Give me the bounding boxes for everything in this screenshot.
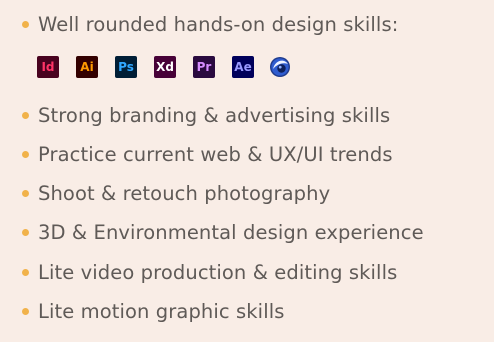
skill-item: Lite motion graphic skills	[22, 295, 284, 327]
bullet-icon	[22, 20, 29, 28]
skill-text: Lite video production & editing skills	[38, 260, 398, 284]
bullet-icon	[22, 268, 29, 276]
skill-text: Strong branding & advertising skills	[38, 103, 391, 127]
skill-text: Shoot & retouch photography	[38, 181, 331, 205]
skill-item: 3D & Environmental design experience	[22, 216, 424, 248]
skill-item: Lite video production & editing skills	[22, 256, 397, 288]
bullet-icon	[22, 150, 29, 158]
bullet-icon	[22, 111, 29, 119]
illustrator-icon: Ai	[76, 56, 98, 78]
after-effects-icon: Ae	[232, 56, 254, 78]
bullet-icon	[22, 189, 29, 197]
xd-icon: Xd	[154, 56, 176, 78]
skill-item: Well rounded hands-on design skills:	[22, 8, 398, 40]
bullet-icon	[22, 307, 29, 315]
cinema4d-icon	[269, 56, 291, 78]
skill-item: Practice current web & UX/UI trends	[22, 138, 393, 170]
skill-text: Practice current web & UX/UI trends	[38, 142, 393, 166]
skill-text: 3D & Environmental design experience	[38, 220, 424, 244]
photoshop-icon: Ps	[115, 56, 137, 78]
premiere-icon: Pr	[193, 56, 215, 78]
skill-text: Lite motion graphic skills	[38, 299, 285, 323]
bullet-icon	[22, 228, 29, 236]
software-icons-row: Id Ai Ps Xd Pr Ae	[37, 56, 291, 78]
indesign-icon: Id	[37, 56, 59, 78]
skill-item: Strong branding & advertising skills	[22, 99, 390, 131]
skill-text: Well rounded hands-on design skills:	[38, 12, 399, 36]
skill-item: Shoot & retouch photography	[22, 177, 330, 209]
